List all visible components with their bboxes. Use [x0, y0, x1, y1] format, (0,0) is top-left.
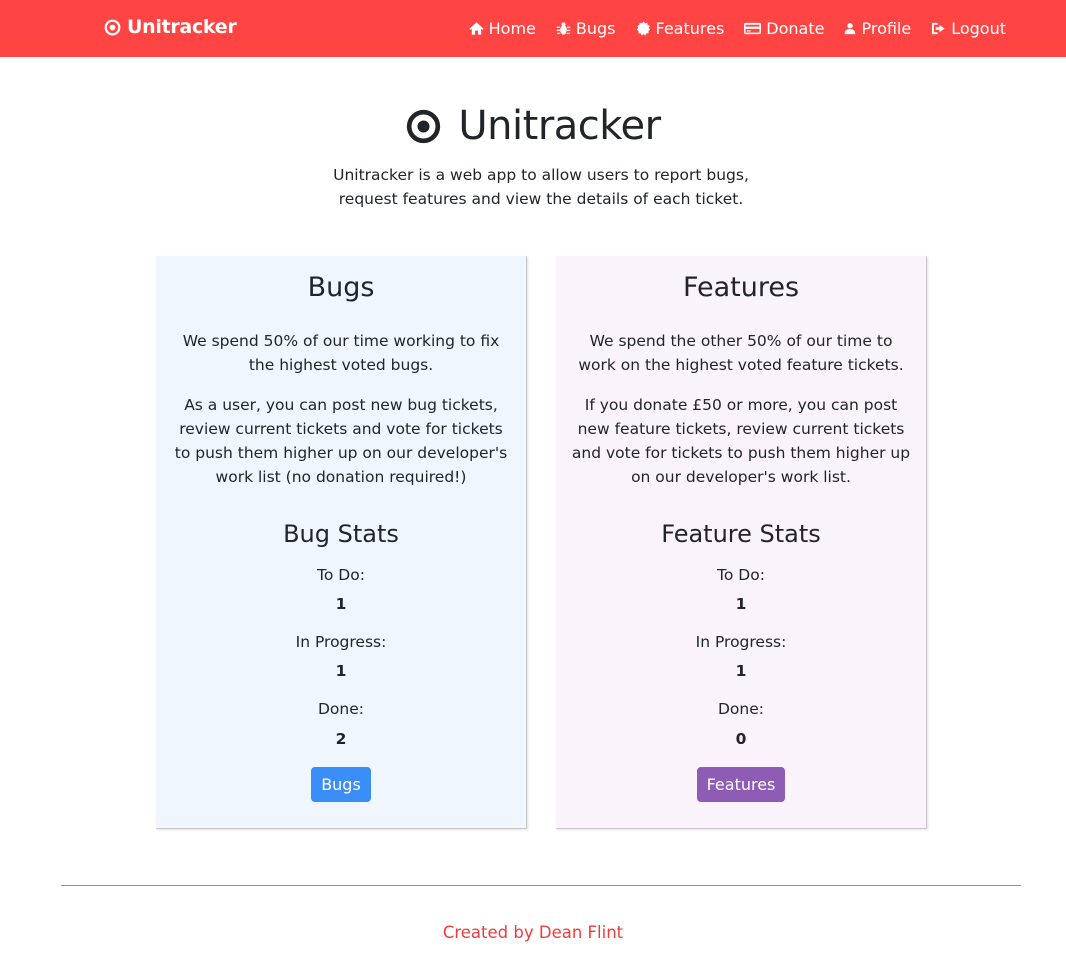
- bug-stat-done-value: 2: [335, 730, 347, 748]
- features-card-title: Features: [682, 272, 800, 303]
- feature-stat-done-label: Done:: [717, 700, 764, 718]
- nav-links: Home Bugs Features Donate Profile Logout: [469, 15, 1006, 41]
- credit-card-icon: [744, 22, 762, 34]
- target-circle-icon: [104, 19, 121, 35]
- bug-stat-todo-value: 1: [335, 595, 347, 613]
- nav-features[interactable]: Features: [636, 18, 725, 38]
- bug-stat-in-progress-label: In Progress:: [295, 633, 387, 651]
- features-button[interactable]: Features: [697, 767, 785, 802]
- target-circle-icon: [407, 109, 441, 143]
- nav-logout-label: Logout: [951, 18, 1006, 38]
- feature-stat-in-progress-label: In Progress:: [695, 633, 787, 651]
- nav-bugs-label: Bugs: [575, 18, 616, 38]
- nav-donate-label: Donate: [766, 18, 825, 38]
- bugs-card-paragraph-1: We spend 50% of our time working to fix …: [182, 332, 500, 374]
- feature-stats-title: Feature Stats: [661, 520, 821, 548]
- bug-stat-todo-label: To Do:: [317, 566, 365, 584]
- nav-logout[interactable]: Logout: [931, 19, 1006, 38]
- home-icon: [469, 21, 484, 35]
- footer-credit: Created by Dean Flint: [442, 923, 624, 942]
- bugs-card: Bugs We spend 50% of our time working to…: [156, 256, 527, 829]
- features-card-paragraph-1: We spend the other 50% of our time to wo…: [578, 332, 904, 374]
- bug-stat-done-label: Done:: [317, 700, 364, 718]
- features-card-paragraph-2: If you donate £50 or more, you can post …: [571, 396, 911, 486]
- feature-stat-todo-label: To Do:: [717, 566, 765, 584]
- nav-home-label: Home: [488, 18, 536, 38]
- page-title: Unitracker: [0, 98, 1066, 154]
- nav-bugs[interactable]: Bugs: [556, 19, 616, 38]
- bugs-button[interactable]: Bugs: [311, 767, 371, 802]
- nav-home[interactable]: Home: [469, 19, 536, 38]
- page-title-text: Unitracker: [458, 103, 661, 149]
- page-description: Unitracker is a web app to allow users t…: [333, 166, 749, 208]
- nav-donate[interactable]: Donate: [744, 19, 824, 38]
- brand-link[interactable]: Unitracker: [104, 14, 237, 40]
- brand-label: Unitracker: [127, 16, 237, 38]
- bug-stats-title: Bug Stats: [283, 520, 399, 548]
- certificate-icon: [636, 20, 650, 35]
- nav-features-label: Features: [655, 18, 725, 38]
- feature-stat-done-value: 0: [735, 730, 747, 748]
- navbar: Unitracker Home Bugs Features Donate Pro…: [0, 0, 1066, 57]
- features-card: Features We spend the other 50% of our t…: [556, 256, 927, 829]
- footer-divider: [61, 885, 1021, 886]
- feature-stat-in-progress-value: 1: [735, 662, 747, 680]
- user-icon: [845, 22, 856, 34]
- bug-icon: [556, 21, 571, 35]
- nav-profile-label: Profile: [861, 18, 912, 38]
- nav-profile[interactable]: Profile: [844, 19, 911, 38]
- feature-stat-todo-value: 1: [735, 595, 747, 613]
- sign-out-icon: [932, 22, 945, 34]
- bug-stat-in-progress-value: 1: [335, 662, 347, 680]
- bugs-card-title: Bugs: [307, 272, 375, 303]
- bugs-card-paragraph-2: As a user, you can post new bug tickets,…: [174, 396, 508, 486]
